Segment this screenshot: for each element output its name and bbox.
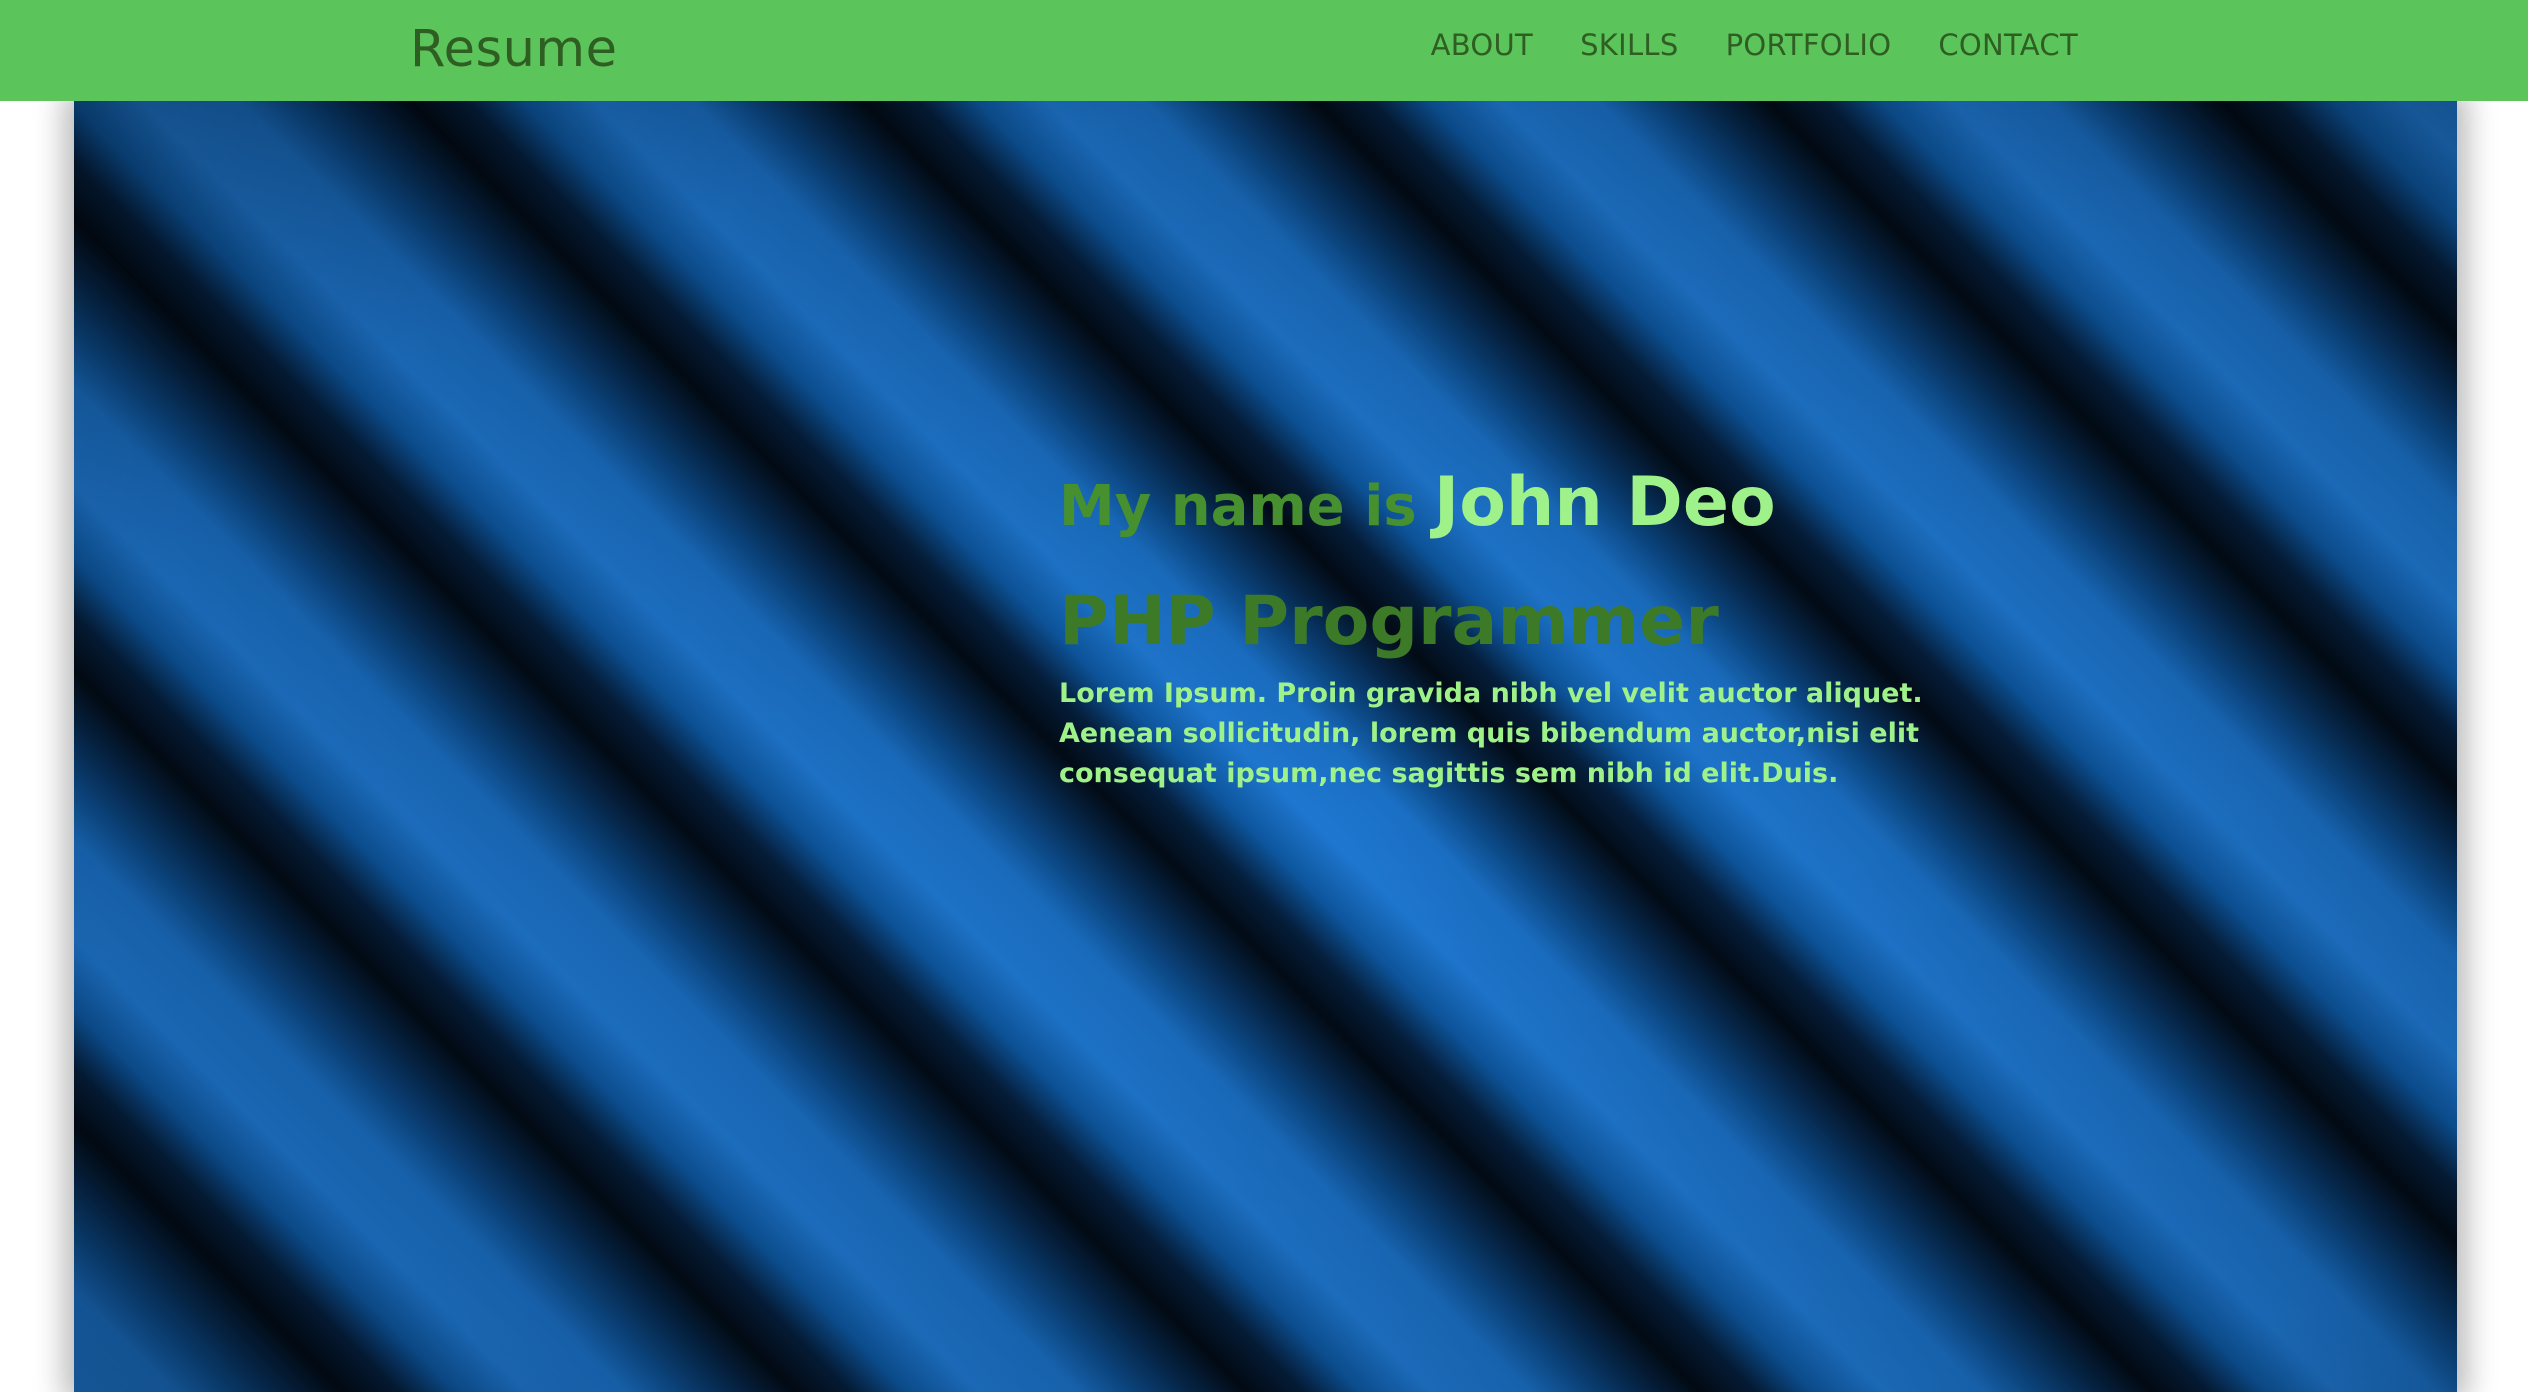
job-title: PHP Programmer (1059, 582, 1719, 661)
navbar: Resume ABOUT SKILLS PORTFOLIO CONTACT (0, 0, 2528, 101)
nav-link-portfolio[interactable]: PORTFOLIO (1726, 27, 1892, 63)
hero-intro: My name is John Deo (1059, 463, 1999, 554)
nav-link-about[interactable]: ABOUT (1431, 27, 1534, 63)
intro-prefix: My name is (1059, 474, 1417, 539)
bio-text: Lorem Ipsum. Proin gravida nibh vel veli… (1059, 678, 1923, 789)
nav-link-skills[interactable]: SKILLS (1580, 27, 1679, 63)
nav-links: ABOUT SKILLS PORTFOLIO CONTACT (1384, 27, 2078, 63)
nav-link-contact[interactable]: CONTACT (1938, 27, 2078, 63)
hero-section: My name is John Deo PHP Programmer Lorem… (74, 101, 2457, 1392)
brand-logo-link[interactable]: Resume (410, 18, 617, 82)
person-name: John Deo (1433, 463, 1776, 542)
hero-content: My name is John Deo PHP Programmer Lorem… (1059, 463, 1999, 794)
